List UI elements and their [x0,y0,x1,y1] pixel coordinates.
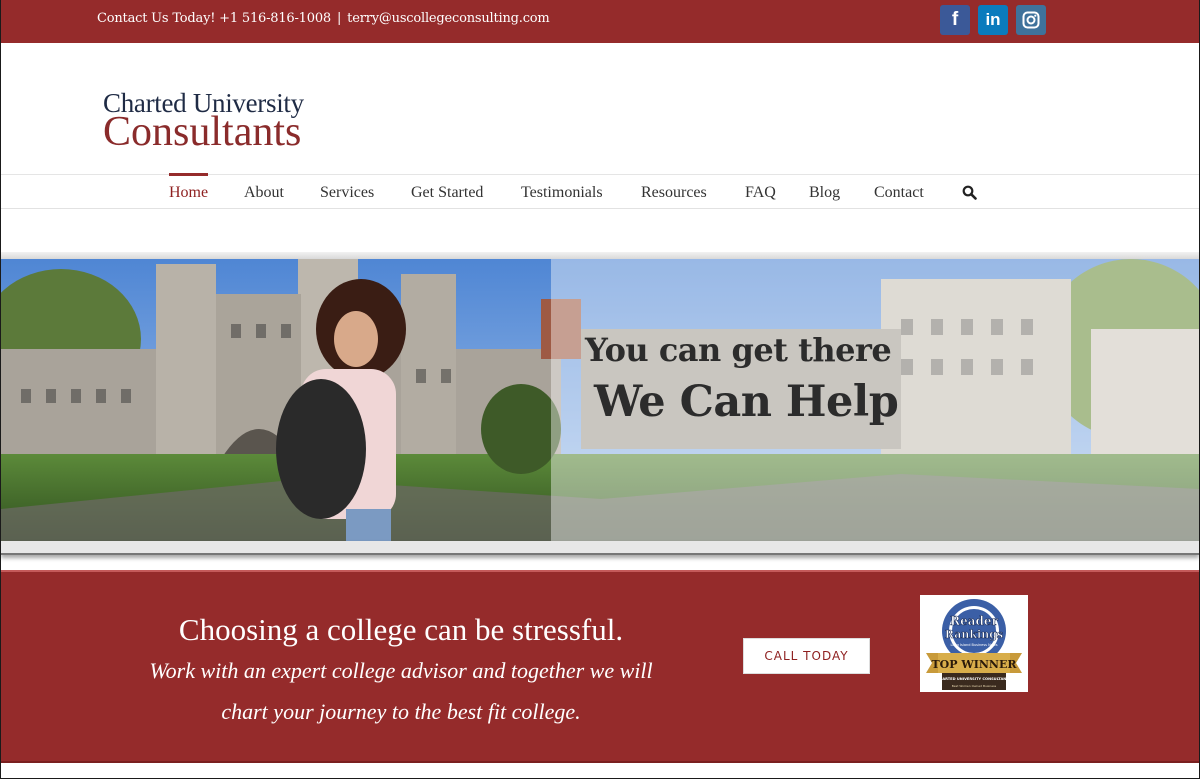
contact-phone[interactable]: Contact Us Today! +1 516-816-1008 [97,11,331,26]
separator: | [336,11,342,26]
reader-rankings-badge-icon: Reader Rankings Long Island Business New… [926,599,1022,690]
linkedin-button[interactable]: in [978,5,1008,35]
nav-about[interactable]: About [244,175,284,209]
slider-frame-bottom [1,541,1199,555]
nav-contact[interactable]: Contact [874,175,924,209]
page: Contact Us Today! +1 516-816-1008 | terry@… [1,0,1199,778]
instagram-icon [1022,11,1040,29]
hero-slider: You can get there We Can Help [1,259,1199,541]
badge-title-1: Reader [950,614,998,628]
badge-company: CHARTED UNIVERSITY CONSULTANTS [937,677,1012,681]
banner-text-line-1: Work with an expert college advisor and … [149,658,653,683]
call-today-button[interactable]: CALL TODAY [743,638,870,674]
nav-get-started[interactable]: Get Started [411,175,483,209]
page-bottom [1,763,1199,778]
facebook-icon: f [951,9,959,30]
badge-ribbon: TOP WINNER [931,658,1017,671]
spacer [1,209,1199,252]
nav-testimonials[interactable]: Testimonials [521,175,603,209]
badge-subtitle: Long Island Business News [950,643,997,647]
site-logo[interactable]: Charted University Consultants [103,90,304,155]
hero-heading-line-2: We Can Help [594,377,899,427]
nav-resources[interactable]: Resources [641,175,707,209]
cta-banner: Choosing a college can be stressful. Wor… [1,570,1199,763]
badge-category: Best Women Owned Business [952,684,997,688]
instagram-button[interactable] [1016,5,1046,35]
hero-heading-line-1: You can get there [585,331,892,369]
nav-home[interactable]: Home [169,173,209,209]
contact-email[interactable]: terry@uscollegeconsulting.com [347,11,550,26]
search-icon[interactable] [962,185,977,200]
nav-services[interactable]: Services [320,175,374,209]
nav-blog[interactable]: Blog [809,175,840,209]
award-badge[interactable]: Reader Rankings Long Island Business New… [920,595,1028,692]
badge-title-2: Rankings [945,628,1003,641]
logo-line-2: Consultants [103,109,302,155]
main-nav: Home About Services Get Started Testimon… [1,173,1199,209]
slider-frame-top [1,252,1199,259]
banner-text-line-2: chart your journey to the best fit colle… [221,699,581,724]
contact-info: Contact Us Today! +1 516-816-1008 | terry@… [97,11,550,26]
linkedin-icon: in [985,10,1001,29]
banner-heading: Choosing a college can be stressful. [178,612,624,647]
top-bar: Contact Us Today! +1 516-816-1008 | terry@… [1,0,1199,43]
nav-faq[interactable]: FAQ [745,175,776,209]
facebook-button[interactable]: f [940,5,970,35]
